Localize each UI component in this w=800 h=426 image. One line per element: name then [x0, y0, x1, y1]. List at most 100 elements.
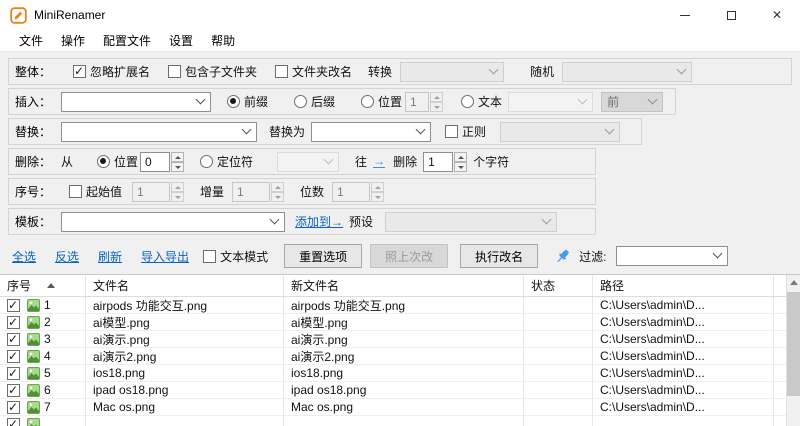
- locator-radio[interactable]: 定位符: [200, 153, 253, 170]
- replace-label: 替换：: [15, 125, 52, 139]
- checkbox-icon: [69, 185, 82, 198]
- header-status[interactable]: 状态: [524, 275, 593, 296]
- table-row[interactable]: 4 ai演示2.png ai演示2.png C:\Users\admin\D..…: [0, 348, 786, 365]
- template-combobox[interactable]: [61, 211, 285, 232]
- spinner-value[interactable]: 1: [232, 181, 271, 202]
- refresh-link[interactable]: 刷新: [98, 248, 122, 265]
- table-row[interactable]: 3 ai演示.png ai演示.png C:\Users\admin\D...: [0, 331, 786, 348]
- text-value-select[interactable]: [508, 91, 594, 112]
- row-checkbox[interactable]: [7, 366, 20, 380]
- menu-settings[interactable]: 设置: [160, 32, 202, 49]
- menu-file[interactable]: 文件: [10, 32, 52, 49]
- chevron-down-icon: [541, 214, 552, 224]
- table-row-partial[interactable]: [0, 416, 786, 426]
- regex-checkbox[interactable]: 正则: [445, 123, 486, 140]
- spinner-value[interactable]: 1: [132, 181, 171, 202]
- spin-up-button[interactable]: [171, 181, 185, 192]
- delete-count-spinner[interactable]: 1: [423, 151, 468, 172]
- spin-up-button[interactable]: [430, 91, 444, 102]
- window-title: MiniRenamer: [34, 8, 106, 22]
- suffix-radio[interactable]: 后缀: [294, 93, 335, 110]
- text-radio[interactable]: 文本: [461, 93, 502, 110]
- include-subfolders-checkbox[interactable]: 包含子文件夹: [168, 63, 257, 80]
- table-row[interactable]: 6 ipad os18.png ipad os18.png C:\Users\a…: [0, 382, 786, 399]
- import-export-link[interactable]: 导入导出: [141, 248, 189, 265]
- spin-down-button[interactable]: [430, 101, 444, 112]
- row-checkbox[interactable]: [7, 349, 20, 363]
- menu-help[interactable]: 帮助: [202, 32, 244, 49]
- spinner-value[interactable]: 1: [332, 181, 371, 202]
- delete-label: 删除：: [15, 155, 52, 169]
- spin-down-button[interactable]: [271, 191, 285, 202]
- insert-position-spinner[interactable]: 1: [405, 91, 444, 112]
- regex-options-select[interactable]: [500, 121, 621, 142]
- table-row[interactable]: 1 airpods 功能交互.png airpods 功能交互.png C:\U…: [0, 297, 786, 314]
- rename-folders-checkbox[interactable]: 文件夹改名: [275, 63, 352, 80]
- front-back-select[interactable]: 前: [601, 91, 664, 112]
- row-checkbox[interactable]: [7, 417, 20, 426]
- row-checkbox[interactable]: [7, 400, 20, 414]
- spinner-value[interactable]: 0: [140, 151, 171, 172]
- pin-icon[interactable]: [554, 248, 571, 265]
- direction-arrow-icon[interactable]: →: [373, 155, 386, 168]
- radio-icon: [361, 95, 375, 108]
- vertical-scrollbar[interactable]: [786, 275, 800, 426]
- delete-position-spinner[interactable]: 0: [140, 151, 185, 172]
- replace-combobox[interactable]: [61, 121, 257, 142]
- spinner-value[interactable]: 1: [405, 91, 430, 112]
- execute-rename-button[interactable]: 执行改名: [460, 244, 539, 268]
- ignore-extension-checkbox[interactable]: 忽略扩展名: [73, 63, 150, 80]
- convert-select[interactable]: [400, 61, 505, 82]
- delete-word-label: 删除: [393, 155, 418, 169]
- locator-select[interactable]: [277, 151, 340, 172]
- spin-up-button[interactable]: [171, 151, 185, 162]
- text-mode-checkbox[interactable]: 文本模式: [203, 248, 268, 265]
- invert-selection-link[interactable]: 反选: [55, 248, 79, 265]
- start-value-checkbox[interactable]: 起始值: [69, 183, 122, 200]
- insert-position-radio[interactable]: 位置: [361, 93, 402, 110]
- spin-down-button[interactable]: [371, 191, 385, 202]
- spinner-value[interactable]: 1: [423, 151, 454, 172]
- menu-profile[interactable]: 配置文件: [94, 32, 160, 49]
- minirenamer-window: MiniRenamer ✕ 文件 操作 配置文件 设置 帮助 整体： 忽略扩展名…: [0, 0, 800, 426]
- spin-up-button[interactable]: [271, 181, 285, 192]
- scrollbar-thumb[interactable]: [787, 292, 800, 396]
- row-checkbox[interactable]: [7, 383, 20, 397]
- table-row[interactable]: 5 ios18.png ios18.png C:\Users\admin\D..…: [0, 365, 786, 382]
- row-checkbox[interactable]: [7, 332, 20, 346]
- start-value-spinner[interactable]: 1: [132, 181, 185, 202]
- row-number: 5: [44, 366, 51, 380]
- maximize-button[interactable]: [708, 0, 754, 30]
- increment-spinner[interactable]: 1: [232, 181, 285, 202]
- spin-up-button[interactable]: [371, 181, 385, 192]
- header-new-filename[interactable]: 新文件名: [284, 275, 524, 296]
- row-checkbox[interactable]: [7, 315, 20, 329]
- cell-path: C:\Users\admin\D...: [593, 365, 774, 381]
- close-button[interactable]: ✕: [754, 0, 800, 30]
- prefix-radio[interactable]: 前缀: [227, 93, 268, 110]
- header-num[interactable]: 序号: [0, 275, 86, 296]
- replace-with-combobox[interactable]: [311, 121, 432, 142]
- scroll-up-icon[interactable]: [790, 280, 798, 285]
- digits-spinner[interactable]: 1: [332, 181, 385, 202]
- reset-options-button[interactable]: 重置选项: [284, 244, 363, 268]
- spin-down-button[interactable]: [171, 161, 185, 172]
- filter-select[interactable]: [616, 246, 729, 266]
- header-path[interactable]: 路径: [593, 275, 774, 296]
- minimize-button[interactable]: [662, 0, 708, 30]
- spin-down-button[interactable]: [171, 191, 185, 202]
- row-checkbox[interactable]: [7, 298, 20, 312]
- table-row[interactable]: 7 Mac os.png Mac os.png C:\Users\admin\D…: [0, 399, 786, 416]
- preset-select[interactable]: [385, 211, 558, 232]
- menu-operation[interactable]: 操作: [52, 32, 94, 49]
- random-select[interactable]: [562, 61, 693, 82]
- spin-up-button[interactable]: [454, 151, 468, 162]
- spin-down-button[interactable]: [454, 161, 468, 172]
- redo-last-button[interactable]: 照上次改: [370, 244, 449, 268]
- select-all-link[interactable]: 全选: [12, 248, 36, 265]
- insert-value-combobox[interactable]: [61, 91, 211, 112]
- table-row[interactable]: 2 ai模型.png ai模型.png C:\Users\admin\D...: [0, 314, 786, 331]
- add-to-link[interactable]: 添加到→: [295, 213, 343, 230]
- header-filename[interactable]: 文件名: [86, 275, 284, 296]
- delete-position-radio[interactable]: 位置: [97, 153, 138, 170]
